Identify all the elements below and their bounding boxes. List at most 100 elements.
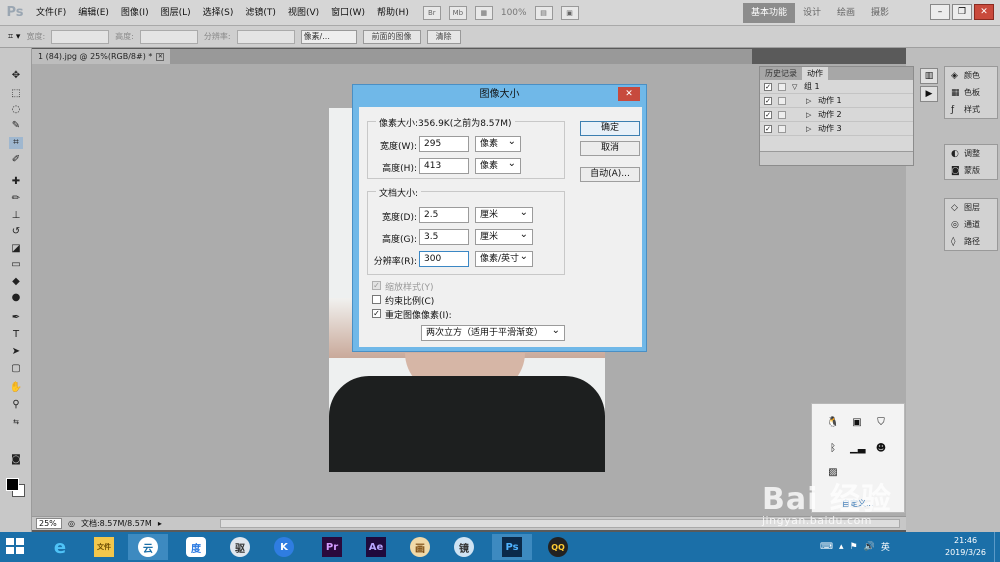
tab-history[interactable]: 历史记录 — [760, 67, 802, 80]
actions-panel-icon[interactable]: ▶ — [920, 86, 938, 102]
document-tab[interactable]: 1 (84).jpg @ 25%(RGB/8#) * ✕ — [32, 49, 171, 64]
cancel-button[interactable]: 取消 — [580, 141, 640, 156]
keyboard-icon[interactable]: ⌨ — [820, 542, 833, 552]
action-toggle-checkbox[interactable]: ✓ — [764, 97, 772, 105]
shape-tool-icon[interactable]: ▢ — [9, 363, 23, 375]
action-toggle-checkbox[interactable]: ✓ — [764, 111, 772, 119]
action-row[interactable]: ✓ ▷ 动作 2 — [760, 108, 913, 122]
menu-view[interactable]: 视图(V) — [282, 0, 325, 26]
action-dialog-toggle[interactable] — [778, 111, 786, 119]
panel-color[interactable]: ◈ 颜色 — [945, 67, 997, 84]
expand-icon[interactable]: ▽ — [792, 80, 797, 94]
panel-channels[interactable]: ◎ 通道 — [945, 216, 997, 233]
history-brush-tool-icon[interactable]: ↺ — [9, 226, 23, 238]
resample-image-checkbox[interactable]: ✓ — [372, 309, 381, 318]
action-toggle-checkbox[interactable]: ✓ — [764, 83, 772, 91]
action-dialog-toggle[interactable] — [778, 97, 786, 105]
bluetooth-tray-icon[interactable]: ᛒ — [826, 442, 840, 456]
explorer-taskbar-icon[interactable]: 文件 — [84, 534, 124, 560]
menu-window[interactable]: 窗口(W) — [325, 0, 371, 26]
action-toggle-checkbox[interactable]: ✓ — [764, 125, 772, 133]
clone-stamp-tool-icon[interactable]: ⊥ — [9, 210, 23, 222]
qq-tray-icon[interactable]: 🐧 — [826, 416, 840, 430]
dialog-title-bar[interactable]: 图像大小 ✕ — [353, 85, 646, 105]
action-row[interactable]: ✓ ▷ 动作 1 — [760, 94, 913, 108]
lasso-tool-icon[interactable]: ◌ — [9, 104, 23, 116]
eyedropper-tool-icon[interactable]: ✐ — [9, 154, 23, 166]
windows-start-icon[interactable] — [6, 538, 26, 556]
constrain-proportions-checkbox[interactable] — [372, 295, 381, 304]
collapse-icon[interactable]: ▷ — [806, 122, 811, 136]
doc-width-input[interactable]: 2.5 — [419, 207, 469, 223]
minibridge-button[interactable]: Mb — [448, 5, 467, 20]
kugou-taskbar-icon[interactable]: K — [264, 534, 304, 560]
doc-height-input[interactable]: 3.5 — [419, 229, 469, 245]
menu-file[interactable]: 文件(F) — [30, 0, 72, 26]
taskbar-clock[interactable]: 21:46 2019/3/26 — [945, 535, 986, 559]
menu-filter[interactable]: 滤镜(T) — [239, 0, 282, 26]
gradient-tool-icon[interactable]: ▭ — [9, 259, 23, 271]
dodge-tool-icon[interactable]: ● — [9, 292, 23, 304]
crop-tool-selected-icon[interactable]: ⌗ — [9, 137, 23, 149]
show-desktop-button[interactable] — [994, 532, 1000, 562]
ok-button[interactable]: 确定 — [580, 121, 640, 136]
path-selection-tool-icon[interactable]: ➤ — [9, 346, 23, 358]
crop-resolution-field[interactable] — [236, 29, 295, 44]
security-shield-tray-icon[interactable]: ⛉ — [874, 416, 888, 430]
status-zoom-field[interactable]: 25% — [36, 518, 62, 529]
panel-masks[interactable]: ◙ 蒙版 — [945, 162, 997, 179]
crop-tool-icon[interactable]: ⌗ ▾ — [8, 32, 20, 42]
collapse-icon[interactable]: ▷ — [806, 108, 811, 122]
close-window-button[interactable]: ✕ — [974, 4, 994, 20]
workspace-painting[interactable]: 绘画 — [829, 3, 863, 23]
tray-overflow-icon[interactable]: ▴ — [839, 542, 844, 552]
tab-actions[interactable]: 动作 — [802, 67, 828, 80]
network-icon[interactable]: ⚑ — [850, 542, 858, 552]
status-info-icon[interactable]: ◎ — [68, 519, 75, 528]
photoshop-taskbar-icon[interactable]: Ps — [492, 534, 532, 560]
resolution-unit-select[interactable]: 像素/... — [300, 29, 357, 44]
status-menu-arrow-icon[interactable]: ▸ — [158, 519, 162, 528]
zoom-level[interactable]: 100% — [501, 8, 527, 18]
premiere-taskbar-icon[interactable]: Pr — [312, 534, 352, 560]
pixel-width-input[interactable]: 295 — [419, 136, 469, 152]
workspace-design[interactable]: 设计 — [795, 3, 829, 23]
pixel-height-unit-select[interactable]: 像素 — [475, 157, 521, 174]
menu-select[interactable]: 选择(S) — [197, 0, 240, 26]
ie-taskbar-icon[interactable]: e — [40, 534, 80, 560]
resolution-input[interactable]: 300 — [419, 251, 469, 267]
doc-width-unit-select[interactable]: 厘米 — [475, 206, 533, 223]
pen-tool-icon[interactable]: ✒ — [9, 312, 23, 324]
panel-styles[interactable]: ƒ 样式 — [945, 101, 997, 118]
clear-button[interactable]: 清除 — [426, 29, 461, 44]
pixel-height-input[interactable]: 413 — [419, 158, 469, 174]
workspace-essentials[interactable]: 基本功能 — [743, 3, 796, 23]
hand-tool-icon[interactable]: ✋ — [9, 382, 23, 394]
menu-edit[interactable]: 编辑(E) — [72, 0, 115, 26]
volume-icon[interactable]: 🔊 — [864, 542, 875, 552]
resolution-unit-dialog-select[interactable]: 像素/英寸 — [475, 250, 533, 267]
marquee-tool-icon[interactable]: ⬚ — [9, 88, 23, 100]
move-tool-icon[interactable]: ✥ — [9, 70, 23, 82]
menu-help[interactable]: 帮助(H) — [371, 0, 415, 26]
panel-swatches[interactable]: ▦ 色板 — [945, 84, 997, 101]
scale-styles-checkbox[interactable]: ✓ — [372, 281, 381, 290]
menu-image[interactable]: 图像(I) — [115, 0, 155, 26]
zoom-tool-icon[interactable]: ⚲ — [9, 399, 23, 411]
swap-colors-icon[interactable]: ⇆ — [9, 416, 23, 428]
resample-method-select[interactable]: 两次立方（适用于平滑渐变） — [421, 324, 565, 341]
network-app-tray-icon[interactable]: ▣ — [850, 416, 864, 430]
front-image-button[interactable]: 前面的图像 — [362, 29, 421, 44]
bridge-button[interactable]: Br — [422, 5, 441, 20]
minimize-button[interactable]: – — [930, 4, 950, 20]
driver-app-taskbar-icon[interactable]: 驱 — [220, 534, 260, 560]
blur-tool-icon[interactable]: ◆ — [9, 276, 23, 288]
close-tab-icon[interactable]: ✕ — [156, 52, 165, 61]
foreground-color-swatch[interactable] — [6, 478, 19, 491]
signal-tray-icon[interactable]: ▁▃ — [850, 442, 865, 456]
screen-mode-icon[interactable]: ▣ — [560, 5, 579, 20]
qq-taskbar-icon[interactable]: QQ — [538, 534, 578, 560]
eraser-tool-icon[interactable]: ◪ — [9, 243, 23, 255]
crop-height-field[interactable] — [139, 29, 198, 44]
panel-layers[interactable]: ◇ 图层 — [945, 199, 997, 216]
